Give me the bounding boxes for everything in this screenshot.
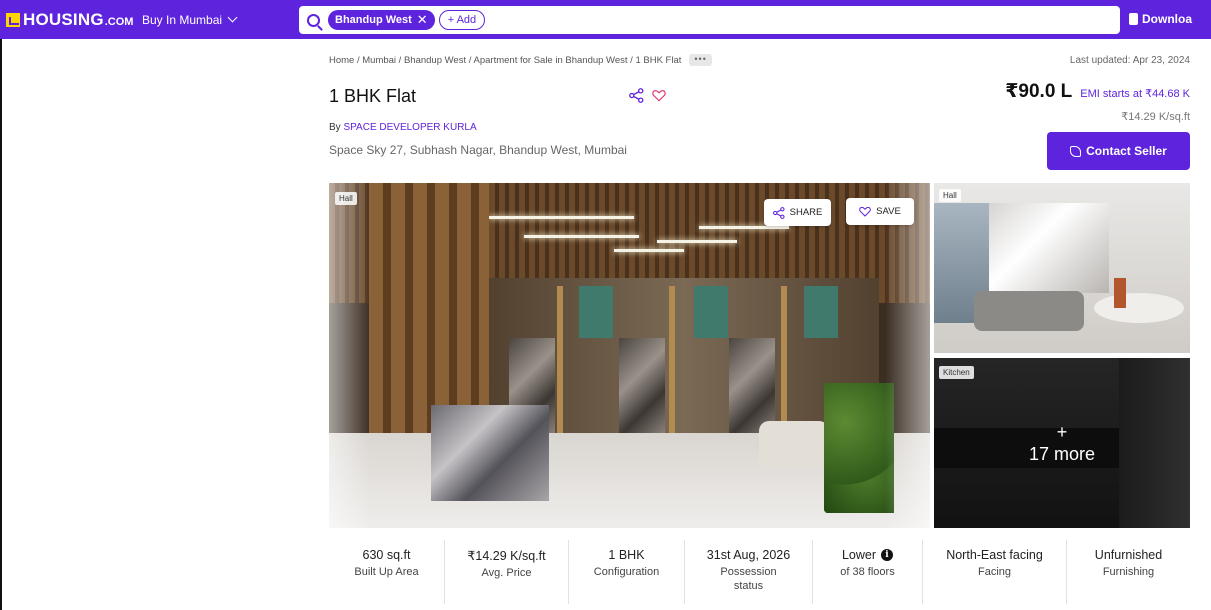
phone-download-icon [1129,13,1138,25]
stat-label: Furnishing [1102,566,1155,578]
share-button[interactable]: SHARE [764,199,831,226]
save-label: SAVE [876,206,901,217]
ceiling-light [614,249,684,252]
property-address: Space Sky 27, Subhash Nagar, Bhandup Wes… [329,143,627,157]
stat-value: North-East facing [946,548,1043,562]
stat-value: 630 sq.ft [362,548,411,562]
chair-graphic [1114,278,1126,308]
price-per-sqft: ₹14.29 K/sq.ft [1121,111,1190,123]
heart-icon[interactable] [652,89,666,102]
photo-tag: Hall [335,192,357,205]
heart-icon [859,206,871,217]
plants-graphic [824,383,894,513]
sofa-graphic [974,291,1084,331]
stat-value: 31st Aug, 2026 [706,548,791,562]
stat-label: Built Up Area [354,566,419,578]
lounge-chair-graphic [759,421,829,466]
stat-value: Unfurnished [1094,548,1163,562]
gold-strip [781,286,787,436]
download-app-button[interactable]: Downloa [1129,12,1192,26]
stat-built-up-area: 630 sq.ft Built Up Area [329,540,445,604]
chevron-down-icon [227,12,238,23]
download-label: Downloa [1142,12,1192,26]
contact-seller-label: Contact Seller [1086,144,1167,158]
search-icon[interactable] [307,13,320,27]
top-navbar: HOUSING .COM Buy In Mumbai Bhandup West … [0,0,1211,39]
logo-suffix: .COM [104,15,134,28]
fade-left [329,183,371,528]
stat-label: Facing [977,566,1012,578]
developer-link[interactable]: SPACE DEVELOPER KURLA [343,122,476,133]
ceiling-light [699,226,789,229]
stat-label: of 38 floors [840,566,895,578]
dining-table-graphic [1094,293,1184,323]
breadcrumb-text[interactable]: Home / Mumbai / Bhandup West / Apartment… [329,55,681,66]
location-chip[interactable]: Bhandup West ✕ [328,10,435,30]
thumbnail-hall[interactable]: Hall [934,183,1190,353]
city-selector-label: Buy In Mumbai [142,12,223,27]
price: ₹90.0 L [1005,81,1073,102]
plus-icon: + [1056,422,1068,442]
marble-panel [729,338,775,433]
by-prefix: By [329,122,341,133]
stat-configuration: 1 BHK Configuration [569,540,685,604]
info-icon[interactable]: i [881,549,894,561]
save-button[interactable]: SAVE [846,198,914,225]
price-row: ₹90.0 L EMI starts at ₹44.68 K [1005,80,1190,103]
close-icon[interactable]: ✕ [417,12,428,28]
title-actions [629,88,666,103]
reception-desk-graphic [431,405,549,501]
photo-tag: Hall [939,189,961,202]
emi-link[interactable]: EMI starts at ₹44.68 K [1080,87,1190,100]
housing-logo[interactable]: HOUSING .COM [0,0,134,39]
breadcrumb: Home / Mumbai / Bhandup West / Apartment… [329,54,712,66]
property-stats: 630 sq.ft Built Up Area ₹14.29 K/sq.ft A… [329,540,1190,610]
marble-panel [619,338,665,433]
green-panel [694,286,728,338]
gold-strip [669,286,675,436]
stat-value: Lower [841,548,877,562]
stat-furnishing: Unfurnished Furnishing [1067,540,1190,604]
stat-floor: Lower i of 38 floors [813,540,923,604]
page-title: 1 BHK Flat [329,86,417,106]
phone-icon [1070,145,1082,157]
logo-text: HOUSING [23,9,104,29]
stat-facing: North-East facing Facing [923,540,1067,604]
ceiling-light [524,235,639,238]
green-panel [804,286,838,338]
stat-avg-price: ₹14.29 K/sq.ft Avg. Price [445,540,569,604]
housing-logo-icon [6,12,20,27]
gold-strip [557,286,563,436]
share-icon[interactable] [629,88,644,103]
thumbnail-kitchen[interactable]: Kitchen + 17 more [934,358,1190,528]
green-panel [579,286,613,338]
marble-wall-graphic [989,203,1109,293]
search-bar[interactable]: Bhandup West ✕ + Add [299,6,1120,34]
stat-value: 1 BHK [608,548,645,562]
last-updated: Last updated: Apr 23, 2024 [1069,55,1190,66]
location-chip-label: Bhandup West [335,14,412,26]
stat-label: Configuration [593,566,660,578]
more-photos-overlay [934,358,1190,528]
fade-right [885,183,930,528]
stat-value-row: Lower i [813,548,922,562]
photo-tag: Kitchen [939,366,974,379]
ceiling-light [657,240,737,243]
contact-seller-button[interactable]: Contact Seller [1047,132,1190,170]
main-photo[interactable]: Hall SHARE SAVE [329,183,930,528]
ceiling-light [489,216,634,219]
developer-line: By SPACE DEVELOPER KURLA [329,122,477,133]
stat-label: Avg. Price [481,567,532,579]
more-photos-label[interactable]: 17 more [934,444,1190,465]
stat-label: Possession status [720,566,777,592]
share-icon [772,206,785,219]
add-location-button[interactable]: + Add [438,10,486,30]
stat-possession: 31st Aug, 2026 Possession status [685,540,813,604]
city-selector[interactable]: Buy In Mumbai [142,13,298,27]
breadcrumb-more-button[interactable]: ••• [689,54,712,66]
stat-value: ₹14.29 K/sq.ft [467,549,546,563]
share-label: SHARE [789,207,823,218]
